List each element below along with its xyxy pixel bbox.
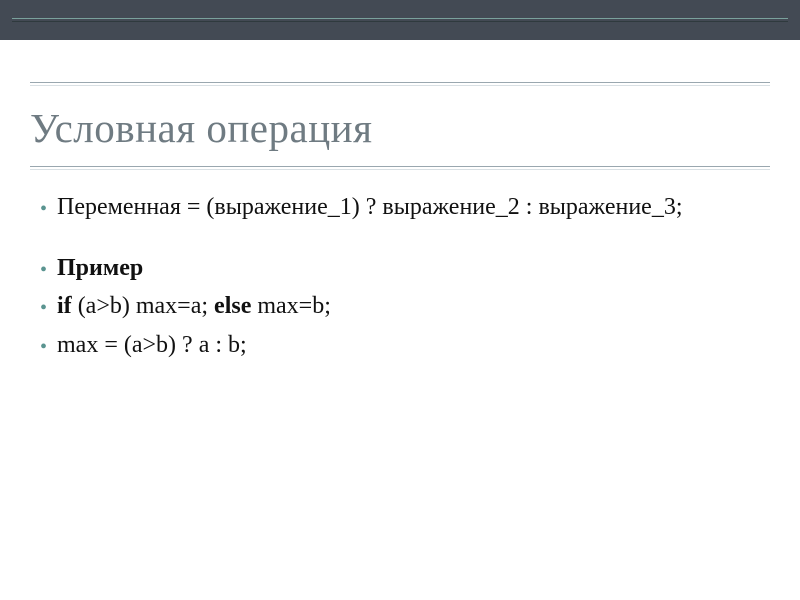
bold-text: Пример (57, 255, 143, 281)
title-rule-top (30, 82, 770, 86)
list-item: • Пример (40, 253, 760, 284)
text: max=b; (251, 293, 331, 319)
list-item-text: Пример (57, 253, 760, 284)
list-item-text: max = (a>b) ? a : b; (57, 330, 760, 361)
top-bar-line (12, 18, 788, 22)
text: max = (a>b) ? a : b; (57, 332, 247, 358)
spacer (0, 40, 800, 82)
bullet-icon: • (40, 260, 47, 280)
list-item-text: Переменная = (выражение_1) ? выражение_2… (57, 192, 760, 223)
top-bar (0, 0, 800, 40)
bullet-icon: • (40, 298, 47, 318)
slide-body: • Переменная = (выражение_1) ? выражение_… (40, 192, 760, 361)
bold-text: if (57, 293, 72, 319)
list-item: • max = (a>b) ? a : b; (40, 330, 760, 361)
list-item-text: if (a>b) max=a; else max=b; (57, 291, 760, 322)
bullet-icon: • (40, 199, 47, 219)
list-item: • if (a>b) max=a; else max=b; (40, 291, 760, 322)
slide: Условная операция • Переменная = (выражен… (0, 0, 800, 600)
slide-title: Условная операция (30, 104, 770, 152)
text: (a>b) max=a; (72, 293, 214, 319)
text: Переменная = (выражение_1) ? выражение_2… (57, 194, 682, 220)
bold-text: else (214, 293, 251, 319)
title-rule-bottom (30, 166, 770, 170)
bullet-icon: • (40, 337, 47, 357)
list-item: • Переменная = (выражение_1) ? выражение_… (40, 192, 760, 223)
